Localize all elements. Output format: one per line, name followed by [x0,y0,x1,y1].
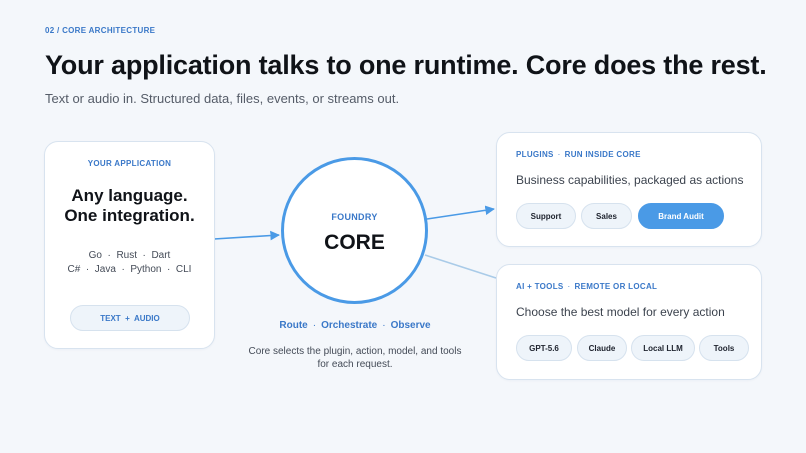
plugin-chip-support[interactable]: Support [516,203,576,229]
verb-route: Route [279,320,308,331]
verb-observe: Observe [390,320,431,331]
language-line-1: Go · Rust · Dart [88,250,171,261]
plugin-chip-brand-audit[interactable]: Brand Audit [638,203,724,229]
core-description: Core selects the plugin, action, model, … [248,346,462,370]
language-line-2: C# · Java · Python · CLI [67,264,192,275]
verb-orchestrate: Orchestrate [321,320,378,331]
headline-line-1: Any language. [71,186,188,205]
model-chip-gpt[interactable]: GPT-5.6 [516,335,572,361]
heading-separator: · [567,282,571,291]
model-chip-local-llm[interactable]: Local LLM [631,335,695,361]
ai-heading: AI + TOOLS · REMOTE OR LOCAL [516,282,657,291]
core-circle: FOUNDRY CORE [281,157,428,304]
headline-line-2: One integration. [64,206,195,225]
ai-heading-secondary: REMOTE OR LOCAL [574,282,658,291]
language-list: Go · Rust · Dart C# · Java · Python · CL… [45,249,214,277]
plugins-heading-primary: PLUGINS [516,150,554,159]
heading-separator: · [557,150,561,159]
core-to-ai-line [424,254,497,279]
text-audio-pill: TEXT + AUDIO [70,305,190,331]
plugin-chip-sales[interactable]: Sales [581,203,632,229]
core-to-plugins-arrow [426,205,495,220]
core-name: CORE [324,231,385,254]
application-heading: YOUR APPLICATION [87,159,172,168]
plugins-heading: PLUGINS · RUN INSIDE CORE [516,150,641,159]
model-chip-claude[interactable]: Claude [577,335,627,361]
ai-tools-card: AI + TOOLS · REMOTE OR LOCAL Choose the be… [496,264,762,380]
plugins-description: Business capabilities, packaged as actio… [516,173,744,187]
verb-separator: · [312,320,317,331]
plugins-card: PLUGINS · RUN INSIDE CORE Business capabil… [496,132,762,247]
application-card: YOUR APPLICATION Any language. One integ… [44,141,215,349]
tools-chip[interactable]: Tools [699,335,749,361]
core-verbs: Route · Orchestrate · Observe [255,320,455,331]
plugins-heading-secondary: RUN INSIDE CORE [564,150,641,159]
app-to-core-arrow [213,230,280,241]
core-label: FOUNDRY [331,212,378,222]
ai-heading-primary: AI + TOOLS [516,282,564,291]
application-headline: Any language. One integration. [45,186,214,226]
verb-separator: · [382,320,386,331]
ai-description: Choose the best model for every action [516,305,725,319]
